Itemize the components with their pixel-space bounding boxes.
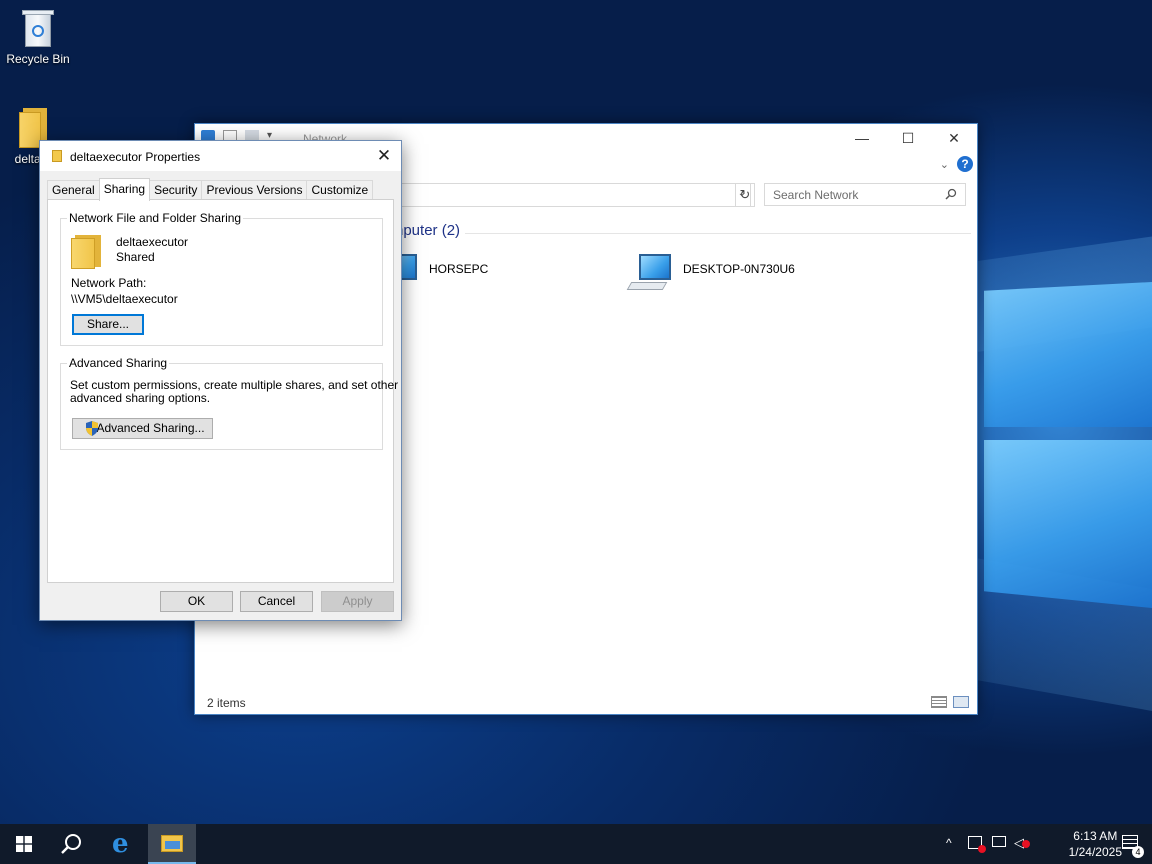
tab-security[interactable]: Security — [149, 180, 203, 200]
edge-taskbar-button[interactable]: e — [100, 824, 148, 864]
ok-button[interactable]: OK — [160, 591, 233, 612]
sharing-tab-panel: Network File and Folder Sharing deltaexe… — [47, 199, 398, 583]
network-item-label: DESKTOP-0N730U6 — [683, 262, 795, 276]
edge-icon: e — [112, 829, 129, 859]
search-box[interactable] — [764, 183, 966, 206]
volume-muted-icon[interactable]: ◁ — [1014, 835, 1030, 851]
wallpaper-logo-pane — [984, 440, 1152, 608]
refresh-button[interactable]: ↻ — [735, 183, 755, 207]
folder-name: deltaexecutor — [116, 235, 189, 249]
group-divider — [465, 233, 971, 234]
dialog-title: deltaexecutor Properties — [70, 150, 201, 164]
view-switcher — [931, 696, 969, 708]
tab-general[interactable]: General — [47, 180, 100, 200]
windows-logo-icon — [16, 836, 32, 852]
folder-icon — [52, 150, 62, 162]
dialog-titlebar[interactable]: deltaexecutor Properties ✕ — [40, 141, 401, 171]
tab-customize[interactable]: Customize — [306, 180, 374, 200]
status-bar-text: 2 items — [207, 696, 246, 710]
advanced-sharing-button[interactable]: Advanced Sharing... — [72, 418, 213, 439]
desktop-icon-recycle-bin[interactable]: Recycle Bin — [0, 8, 76, 66]
maximize-button[interactable]: ☐ — [885, 124, 931, 152]
address-bar[interactable]: ⌄ — [395, 183, 751, 207]
shared-folder-icon — [71, 235, 103, 269]
network-path-value: \\VM5\deltaexecutor — [71, 292, 178, 306]
computer-icon — [626, 252, 673, 294]
recycle-bin-icon — [21, 8, 55, 48]
wallpaper-logo-pane — [984, 282, 1152, 427]
cancel-button[interactable]: Cancel — [240, 591, 313, 612]
folder-share-state: Shared — [116, 250, 155, 264]
group-header-label: nputer (2) — [395, 222, 461, 239]
search-icon — [945, 188, 957, 200]
search-icon — [61, 834, 81, 854]
network-status-icon[interactable] — [992, 836, 1006, 847]
notification-count-badge: 4 — [1132, 846, 1144, 858]
security-alert-icon[interactable] — [968, 836, 986, 853]
network-item-desktop[interactable]: DESKTOP-0N730U6 — [626, 252, 795, 296]
search-button[interactable] — [48, 824, 96, 864]
group-header[interactable]: nputer (2) — [395, 222, 975, 244]
network-sharing-group: Network File and Folder Sharing deltaexe… — [60, 211, 383, 346]
search-input[interactable] — [765, 184, 935, 205]
advanced-sharing-group: Advanced Sharing Set custom permissions,… — [60, 356, 398, 450]
tray-overflow-icon[interactable]: ^ — [946, 836, 952, 850]
group-legend: Advanced Sharing — [67, 356, 170, 370]
minimize-button[interactable]: — — [839, 124, 885, 152]
share-button[interactable]: Share... — [72, 314, 144, 335]
tab-strip: General Sharing Security Previous Versio… — [47, 178, 374, 201]
network-path-label: Network Path: — [71, 276, 147, 290]
desktop-icon-label: Recycle Bin — [6, 52, 70, 66]
advanced-sharing-description: Set custom permissions, create multiple … — [70, 378, 399, 392]
uac-shield-icon — [86, 421, 98, 436]
system-tray: ^ ◁ 6:13 AM 1/24/2025 4 — [940, 824, 1152, 864]
file-explorer-taskbar-button[interactable] — [148, 824, 196, 864]
clock-date: 1/24/2025 — [1068, 845, 1122, 859]
properties-dialog: deltaexecutor Properties ✕ General Shari… — [39, 140, 402, 621]
advanced-sharing-description: advanced sharing options. — [70, 391, 211, 405]
details-view-icon[interactable] — [931, 696, 947, 708]
group-legend: Network File and Folder Sharing — [67, 211, 244, 225]
expand-ribbon-icon[interactable]: ⌄ — [940, 158, 949, 171]
taskbar: e ^ ◁ 6:13 AM 1/24/2025 4 — [0, 824, 1152, 864]
clock[interactable]: 6:13 AM 1/24/2025 — [1069, 828, 1122, 860]
tab-sharing[interactable]: Sharing — [98, 178, 151, 201]
network-item-label: HORSEPC — [429, 262, 489, 276]
file-explorer-icon — [161, 835, 183, 852]
tab-previous-versions[interactable]: Previous Versions — [201, 180, 308, 200]
advanced-sharing-button-label: Advanced Sharing... — [96, 421, 205, 435]
apply-button[interactable]: Apply — [321, 591, 394, 612]
clock-time: 6:13 AM — [1073, 829, 1118, 843]
close-button[interactable]: ✕ — [931, 124, 977, 152]
refresh-icon: ↻ — [739, 187, 751, 202]
start-button[interactable] — [0, 824, 48, 864]
close-button[interactable]: ✕ — [371, 143, 397, 169]
large-icons-view-icon[interactable] — [953, 696, 969, 708]
help-icon[interactable]: ? — [957, 156, 973, 172]
